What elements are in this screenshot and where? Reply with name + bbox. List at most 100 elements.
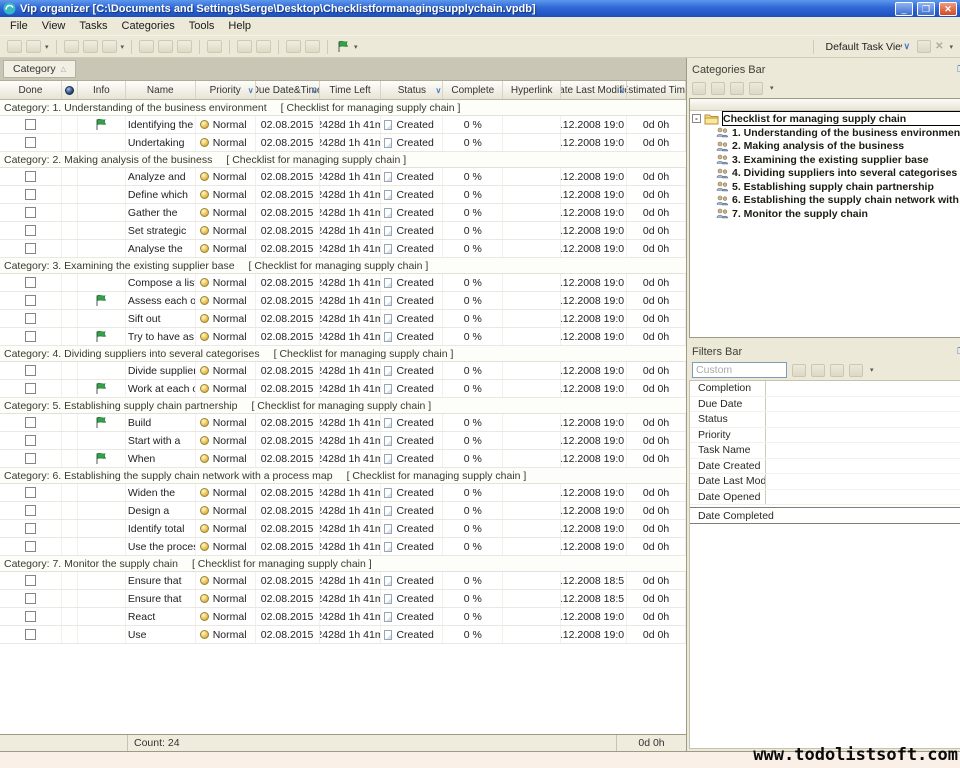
tree-item-row[interactable]: 5. Establishing supply chain partnership… [690, 180, 960, 194]
paste-icon[interactable] [177, 40, 192, 53]
filter-row-date-last-modified[interactable]: Date Last Modified∨ [690, 474, 960, 490]
filter-row-due-date[interactable]: Due Date∨ [690, 397, 960, 413]
task-checkbox[interactable] [25, 171, 36, 182]
filter-row-task-name[interactable]: Task Name [690, 443, 960, 459]
task-checkbox[interactable] [25, 243, 36, 254]
category-row[interactable]: Category: 4. Dividing suppliers into sev… [0, 346, 686, 362]
tree-item-row[interactable]: 2. Making analysis of the business55 [690, 140, 960, 154]
category-row[interactable]: Category: 7. Monitor the supply chain[ C… [0, 556, 686, 572]
dropdown-caret-icon[interactable]: ▾ [121, 43, 125, 51]
flag-icon[interactable] [335, 40, 350, 53]
edit-category-icon[interactable] [711, 82, 725, 95]
edit-view-icon[interactable] [917, 40, 931, 53]
category-row[interactable]: Category: 6. Establishing the supply cha… [0, 468, 686, 484]
column-header-hyperlink[interactable]: Hyperlink [503, 81, 561, 99]
edit-task-icon[interactable] [64, 40, 79, 53]
more-actions-icon[interactable] [849, 364, 863, 377]
filter-chevron-icon[interactable]: ∨ [312, 86, 318, 95]
cut-icon[interactable] [139, 40, 154, 53]
move-up-icon[interactable] [237, 40, 252, 53]
task-row[interactable]: Ensure thatNormal02.08.20152428d 1h 41mC… [0, 572, 686, 590]
task-row[interactable]: Identify totalNormal02.08.20152428d 1h 4… [0, 520, 686, 538]
task-row[interactable]: ReactNormal02.08.20152428d 1h 41mCreated… [0, 608, 686, 626]
task-checkbox[interactable] [25, 313, 36, 324]
filter-preset-input[interactable] [692, 362, 787, 378]
filter-row-priority[interactable]: Priority∨ [690, 428, 960, 444]
dropdown-caret-icon[interactable]: ▾ [354, 43, 358, 51]
task-row[interactable]: Analyse theNormal02.08.20152428d 1h 41mC… [0, 240, 686, 258]
tree-item-row[interactable]: 6. Establishing the supply chain network… [690, 194, 960, 208]
task-checkbox[interactable] [25, 189, 36, 200]
dropdown-caret-icon[interactable]: ▾ [770, 84, 774, 92]
column-header-complete[interactable]: Complete [443, 81, 503, 99]
delete-view-icon[interactable]: ✕ [935, 41, 943, 52]
column-header-date-last-modified[interactable]: Date Last Modified∨ [561, 81, 627, 99]
task-row[interactable]: Design aNormal02.08.20152428d 1h 41mCrea… [0, 502, 686, 520]
filter-row-date-created[interactable]: Date Created∨ [690, 459, 960, 475]
task-row[interactable]: Widen theNormal02.08.20152428d 1h 41mCre… [0, 484, 686, 502]
filter-row-completion[interactable]: Completion∨ [690, 381, 960, 397]
task-checkbox[interactable] [25, 505, 36, 516]
more-actions-icon[interactable]: ▾ [949, 43, 953, 51]
column-header-due-date-time[interactable]: Due Date&Time∨ [256, 81, 320, 99]
menu-item-help[interactable]: Help [221, 18, 258, 34]
delete-category-icon[interactable] [730, 82, 744, 95]
task-checkbox[interactable] [25, 295, 36, 306]
menu-item-categories[interactable]: Categories [115, 18, 182, 34]
column-header-done[interactable]: Done [0, 81, 62, 99]
clear-filter-icon[interactable] [811, 364, 825, 377]
task-checkbox[interactable] [25, 417, 36, 428]
task-checkbox[interactable] [25, 207, 36, 218]
copy-icon[interactable] [158, 40, 173, 53]
task-row[interactable]: Gather theNormal02.08.20152428d 1h 41mCr… [0, 204, 686, 222]
new-task-icon[interactable] [7, 40, 22, 53]
task-checkbox[interactable] [25, 575, 36, 586]
task-checkbox[interactable] [25, 435, 36, 446]
task-checkbox[interactable] [25, 487, 36, 498]
task-row[interactable]: WhenNormal02.08.20152428d 1h 41mCreated0… [0, 450, 686, 468]
filter-chevron-icon[interactable]: ∨ [619, 86, 625, 95]
task-checkbox[interactable] [25, 541, 36, 552]
task-row[interactable]: Identifying theNormal02.08.20152428d 1h … [0, 116, 686, 134]
restore-button[interactable]: ❐ [917, 2, 935, 16]
task-row[interactable]: Compose a listNormal02.08.20152428d 1h 4… [0, 274, 686, 292]
notify-icon[interactable] [207, 40, 222, 53]
task-checkbox[interactable] [25, 523, 36, 534]
category-row[interactable]: Category: 2. Making analysis of the busi… [0, 152, 686, 168]
column-header-info[interactable]: Info [78, 81, 126, 99]
new-category-icon[interactable] [692, 82, 706, 95]
apply-filter-icon[interactable] [792, 364, 806, 377]
task-checkbox[interactable] [25, 611, 36, 622]
task-checkbox[interactable] [25, 365, 36, 376]
outdent-icon[interactable] [305, 40, 320, 53]
filter-row-date-completed[interactable]: Date Completed∨ [690, 507, 960, 524]
task-row[interactable]: Sift outNormal02.08.20152428d 1h 41mCrea… [0, 310, 686, 328]
task-row[interactable]: Analyze andNormal02.08.20152428d 1h 41mC… [0, 168, 686, 186]
category-row[interactable]: Category: 1. Understanding of the busine… [0, 100, 686, 116]
close-button[interactable]: ✕ [939, 2, 957, 16]
menu-item-tools[interactable]: Tools [182, 18, 222, 34]
task-checkbox[interactable] [25, 119, 36, 130]
category-row[interactable]: Category: 5. Establishing supply chain p… [0, 398, 686, 414]
filter-row-status[interactable]: Status∨ [690, 412, 960, 428]
category-row[interactable]: Category: 3. Examining the existing supp… [0, 258, 686, 274]
new-item-icon[interactable] [26, 40, 41, 53]
delete-filter-icon[interactable] [830, 364, 844, 377]
tree-item-row[interactable]: 4. Dividing suppliers into several categ… [690, 167, 960, 181]
tree-item-row[interactable]: 3. Examining the existing supplier base4… [690, 153, 960, 167]
task-row[interactable]: Try to have asNormal02.08.20152428d 1h 4… [0, 328, 686, 346]
task-checkbox[interactable] [25, 225, 36, 236]
filter-chevron-icon[interactable]: ∨ [435, 86, 441, 95]
tree-root-row[interactable]: -Checklist for managing supply chain2424 [690, 111, 960, 126]
task-row[interactable]: Ensure thatNormal02.08.20152428d 1h 41mC… [0, 590, 686, 608]
task-row[interactable]: Assess each ofNormal02.08.20152428d 1h 4… [0, 292, 686, 310]
task-checkbox[interactable] [25, 593, 36, 604]
task-row[interactable]: Set strategicNormal02.08.20152428d 1h 41… [0, 222, 686, 240]
filter-row-date-opened[interactable]: Date Opened∨ [690, 490, 960, 506]
task-row[interactable]: UndertakingNormal02.08.20152428d 1h 41mC… [0, 134, 686, 152]
task-checkbox[interactable] [25, 331, 36, 342]
group-by-chip-category[interactable]: Category △ [3, 60, 76, 78]
task-checkbox[interactable] [25, 383, 36, 394]
task-row[interactable]: Work at each ofNormal02.08.20152428d 1h … [0, 380, 686, 398]
task-checkbox[interactable] [25, 453, 36, 464]
